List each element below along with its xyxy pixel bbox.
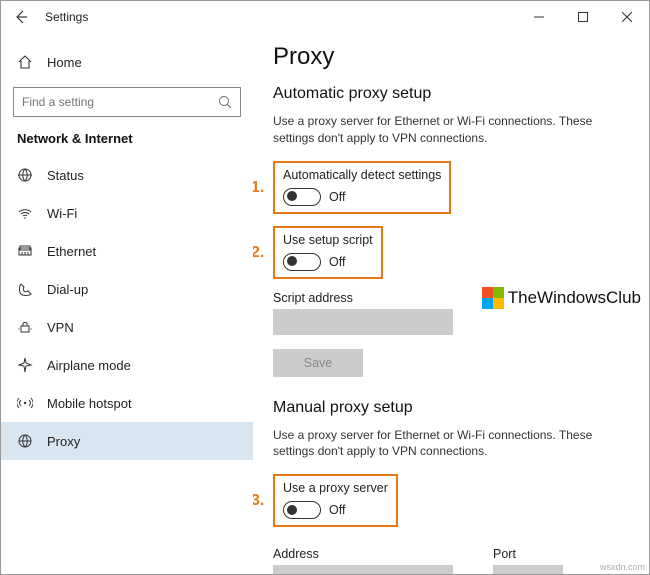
- close-button[interactable]: [605, 1, 649, 33]
- annotation-2: 2.: [253, 244, 264, 262]
- script-address-input[interactable]: [273, 309, 453, 335]
- sidebar-item-ethernet[interactable]: Ethernet: [1, 232, 253, 270]
- titlebar: Settings: [1, 1, 649, 33]
- manual-desc: Use a proxy server for Ethernet or Wi-Fi…: [273, 427, 629, 461]
- nav-label: Ethernet: [47, 244, 96, 259]
- hotspot-icon: [17, 395, 33, 411]
- arrow-left-icon: [13, 9, 29, 25]
- auto-desc: Use a proxy server for Ethernet or Wi-Fi…: [273, 113, 629, 147]
- main-panel: Proxy Automatic proxy setup Use a proxy …: [253, 33, 649, 574]
- use-proxy-toggle[interactable]: [283, 501, 321, 519]
- maximize-button[interactable]: [561, 1, 605, 33]
- save-button[interactable]: Save: [273, 349, 363, 377]
- sidebar-section-header: Network & Internet: [1, 131, 253, 156]
- sidebar-item-hotspot[interactable]: Mobile hotspot: [1, 384, 253, 422]
- window-controls: [517, 1, 649, 33]
- auto-heading: Automatic proxy setup: [273, 85, 629, 103]
- sidebar-item-proxy[interactable]: Proxy: [1, 422, 253, 460]
- sidebar-item-vpn[interactable]: VPN: [1, 308, 253, 346]
- port-label: Port: [493, 547, 563, 561]
- manual-heading: Manual proxy setup: [273, 399, 629, 417]
- sidebar-item-wifi[interactable]: Wi-Fi: [1, 194, 253, 232]
- address-label: Address: [273, 547, 453, 561]
- auto-detect-label: Automatically detect settings: [283, 168, 441, 182]
- wifi-icon: [17, 205, 33, 221]
- airplane-icon: [17, 357, 33, 373]
- back-button[interactable]: [9, 5, 33, 29]
- port-input[interactable]: [493, 565, 563, 574]
- proxy-icon: [17, 433, 33, 449]
- nav-label: Proxy: [47, 434, 80, 449]
- watermark-text: TheWindowsClub: [508, 288, 641, 308]
- use-proxy-label: Use a proxy server: [283, 481, 388, 495]
- nav-label: Airplane mode: [47, 358, 131, 373]
- sidebar-item-airplane[interactable]: Airplane mode: [1, 346, 253, 384]
- minimize-button[interactable]: [517, 1, 561, 33]
- status-icon: [17, 167, 33, 183]
- search-input[interactable]: [22, 95, 218, 109]
- search-box[interactable]: [13, 87, 241, 117]
- highlight-1: Automatically detect settings Off: [273, 161, 451, 214]
- sidebar-item-status[interactable]: Status: [1, 156, 253, 194]
- address-input[interactable]: [273, 565, 453, 574]
- sidebar-item-home[interactable]: Home: [1, 43, 253, 81]
- home-label: Home: [47, 55, 82, 70]
- window-title: Settings: [45, 10, 88, 24]
- sidebar-item-dialup[interactable]: Dial-up: [1, 270, 253, 308]
- use-script-state: Off: [329, 255, 345, 269]
- attribution: wsxdn.com: [600, 562, 645, 572]
- highlight-2: Use setup script Off: [273, 226, 383, 279]
- annotation-1: 1.: [253, 179, 264, 197]
- watermark: TheWindowsClub: [482, 287, 641, 309]
- use-script-label: Use setup script: [283, 233, 373, 247]
- use-proxy-state: Off: [329, 503, 345, 517]
- use-script-toggle[interactable]: [283, 253, 321, 271]
- nav-label: Mobile hotspot: [47, 396, 132, 411]
- sidebar: Home Network & Internet Status Wi-Fi Eth…: [1, 33, 253, 574]
- vpn-icon: [17, 319, 33, 335]
- sidebar-nav: Status Wi-Fi Ethernet Dial-up VPN Airpla…: [1, 156, 253, 460]
- dialup-icon: [17, 281, 33, 297]
- nav-label: VPN: [47, 320, 74, 335]
- home-icon: [17, 54, 33, 70]
- auto-detect-toggle[interactable]: [283, 188, 321, 206]
- nav-label: Wi-Fi: [47, 206, 77, 221]
- search-icon: [218, 95, 232, 109]
- ethernet-icon: [17, 243, 33, 259]
- nav-label: Dial-up: [47, 282, 88, 297]
- page-title: Proxy: [273, 43, 629, 71]
- auto-detect-state: Off: [329, 190, 345, 204]
- annotation-3: 3.: [253, 492, 264, 510]
- highlight-3: Use a proxy server Off: [273, 474, 398, 527]
- nav-label: Status: [47, 168, 84, 183]
- windows-logo-icon: [482, 287, 504, 309]
